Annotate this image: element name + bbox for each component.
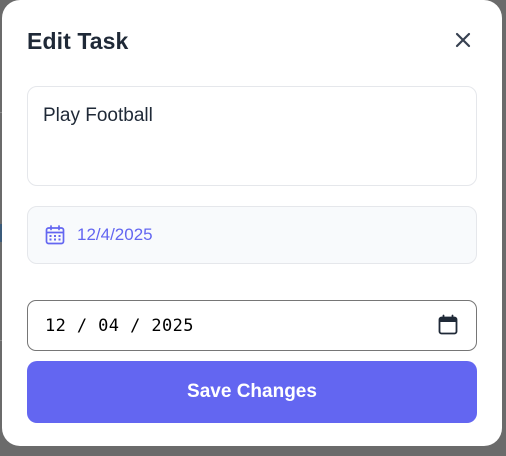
modal-title: Edit Task [27,28,129,54]
due-date-text: 12/4/2025 [77,225,153,244]
edit-task-modal: Edit Task Play Football 12/4/2025 12 / 0… [2,0,502,446]
task-title-textarea[interactable]: Play Football [27,86,477,186]
calendar-picker-icon[interactable] [437,314,459,336]
due-date-display: 12/4/2025 [27,206,477,264]
save-changes-button[interactable]: Save Changes [27,361,477,423]
close-icon [454,31,472,54]
close-button[interactable] [449,28,477,56]
calendar-icon [44,224,66,246]
due-date-input-value[interactable]: 12 / 04 / 2025 [45,316,194,336]
task-title-value: Play Football [43,105,153,126]
due-date-input[interactable]: 12 / 04 / 2025 [27,300,477,351]
modal-header: Edit Task [27,26,477,60]
